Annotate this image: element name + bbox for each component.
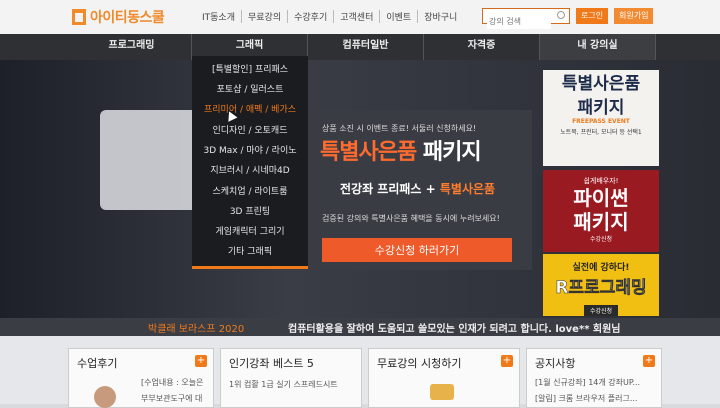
plus-icon[interactable]: + (501, 355, 513, 367)
banner1-title-1: 특별사은품 (561, 74, 641, 94)
banner1-tag: FREEPASS EVENT (572, 118, 630, 125)
side-banner-python[interactable]: 쉽게배우자! 파이썬 패키지 수강신청 (543, 170, 659, 252)
tab-my-classroom[interactable]: 내 강의실 (540, 34, 656, 60)
card-notices-title: 공지사항 (535, 357, 576, 370)
banner2-title-2: 패키지 (573, 210, 629, 234)
plus-icon[interactable]: + (195, 355, 207, 367)
dropdown-item-premiere[interactable]: 프리미어 / 애펙 / 베가스 (192, 102, 308, 115)
dropdown-item-other-graphics[interactable]: 기타 그래픽 (192, 244, 308, 257)
promo-line: 전강좌 프리패스 + 특별사은품 (340, 180, 495, 197)
plus-icon[interactable]: + (643, 355, 655, 367)
card-notices: 공지사항 + [1월 신규강좌] 14개 강좌UP... [알림] 크롬 브라우… (526, 348, 662, 408)
card-best5-line-1[interactable]: 1위 컴활 1급 실기 스프레드시트 (229, 379, 338, 390)
promo-title-white: 패키지 (422, 140, 482, 165)
banner2-small: 쉽게배우자! (583, 177, 619, 185)
card-notices-line-1[interactable]: [1월 신규강좌] 14개 강좌UP... (535, 377, 640, 388)
card-reviews-title: 수업후기 (77, 357, 118, 370)
tab-programming[interactable]: 프로그래밍 (72, 34, 192, 60)
topnav-free-lectures[interactable]: 무료강의 (242, 10, 289, 23)
banner2-footer: 수강신청 (589, 236, 613, 243)
banner2-title-1: 파이썬 (573, 186, 629, 210)
tab-computer-general[interactable]: 컴퓨터일반 (308, 34, 424, 60)
dropdown-item-photoshop[interactable]: 포토샵 / 일러스트 (192, 82, 308, 95)
card-reviews: 수업후기 + [수업내용 : 오늘은 부부보관도구에 대 (68, 348, 214, 408)
review-ticker: 박클래 보라스프 2020 컴퓨터활용을 잘하여 도움되고 쓸모있는 인재가 되… (0, 318, 720, 336)
topnav-cart[interactable]: 장바구니 (418, 10, 463, 23)
enroll-button[interactable]: 수강신청 하러가기 (322, 238, 512, 262)
banner3-title: R프로그래밍 (555, 278, 647, 299)
login-button[interactable]: 로그인 (576, 8, 609, 24)
card-free-title: 무료강의 시청하기 (377, 357, 462, 370)
logo-icon (72, 9, 86, 25)
promo-subtitle: 상품 소진 시 이벤트 종료! 서둘러 신청하세요! (322, 124, 477, 133)
banner1-description: 노트북, 프린터, 모니터 등 선택1 (560, 129, 642, 136)
dropdown-item-sketchup[interactable]: 스케치업 / 라이트룸 (192, 184, 308, 197)
ticker-faded: 박클래 보라스프 2020 (148, 324, 245, 335)
card-notices-line-2[interactable]: [알림] 크롬 브라우저 플러그... (535, 393, 637, 404)
main-nav: 프로그래밍 그래픽 컴퓨터일반 자격증 내 강의실 (0, 34, 720, 60)
dropdown-item-3d-printing[interactable]: 3D 프린팅 (192, 204, 308, 217)
banner3-small: 실전에 강하다! (572, 263, 630, 273)
search-box[interactable] (482, 8, 570, 29)
search-input[interactable] (487, 14, 551, 29)
logo-text: 아이티동스쿨 (90, 10, 165, 26)
ticker-text[interactable]: 컴퓨터활용을 잘하여 도움되고 쓸모있는 인재가 되려고 합니다. love**… (288, 320, 621, 335)
card-best5: 인기강좌 베스트 5 1위 컴활 1급 실기 스프레드시트 (220, 348, 362, 408)
tab-certificates[interactable]: 자격증 (424, 34, 540, 60)
top-nav: IT동소개 무료강의 수강후기 고객센터 이벤트 장바구니 (196, 10, 463, 23)
avatar (94, 386, 116, 408)
topnav-support[interactable]: 고객센터 (334, 10, 381, 23)
promo-title-orange: 특별사은품 (320, 140, 417, 165)
card-reviews-line-2[interactable]: 부부보관도구에 대 (141, 393, 202, 404)
banner1-title-2: 패키지 (577, 98, 625, 118)
graphics-dropdown-menu: [특별할인] 프리패스 포토샵 / 일러스트 프리미어 / 애펙 / 베가스 인… (192, 56, 308, 269)
dropdown-item-indesign[interactable]: 인디자인 / 오토캐드 (192, 123, 308, 136)
topnav-events[interactable]: 이벤트 (380, 10, 419, 23)
side-banner-r-programming[interactable]: 실전에 강하다! R프로그래밍 수강신청 (543, 254, 659, 316)
card-reviews-line-1[interactable]: [수업내용 : 오늘은 (141, 377, 203, 388)
site-logo[interactable]: 아이티동스쿨 (72, 6, 165, 28)
dropdown-item-game-character[interactable]: 게임캐릭터 그리기 (192, 224, 308, 237)
promo-line-white: 전강좌 프리패스 + (340, 182, 436, 196)
top-bar: 아이티동스쿨 IT동소개 무료강의 수강후기 고객센터 이벤트 장바구니 로그인… (0, 0, 720, 34)
topnav-about[interactable]: IT동소개 (196, 10, 242, 23)
search-icon[interactable] (557, 11, 565, 19)
topnav-reviews[interactable]: 수강후기 (288, 10, 335, 23)
card-best5-title: 인기강좌 베스트 5 (229, 357, 314, 370)
promo-title: 특별사은품 패키지 (320, 134, 482, 166)
promo-description: 검증된 강의와 특별사은품 혜택을 동시에 누려보세요! (322, 214, 500, 223)
dropdown-item-zbrush[interactable]: 지브러시 / 시네마4D (192, 163, 308, 176)
banner3-footer: 수강신청 (583, 305, 619, 316)
film-reel-icon (430, 384, 454, 400)
side-banner-freepass[interactable]: 특별사은품 패키지 FREEPASS EVENT 노트북, 프린터, 모니터 등… (543, 70, 659, 166)
dropdown-item-freepass[interactable]: [특별할인] 프리패스 (192, 62, 308, 75)
dropdown-item-3dmax[interactable]: 3D Max / 마야 / 라이노 (192, 143, 308, 156)
join-button[interactable]: 회원가입 (614, 8, 654, 24)
promo-line-orange: 특별사은품 (439, 182, 496, 196)
